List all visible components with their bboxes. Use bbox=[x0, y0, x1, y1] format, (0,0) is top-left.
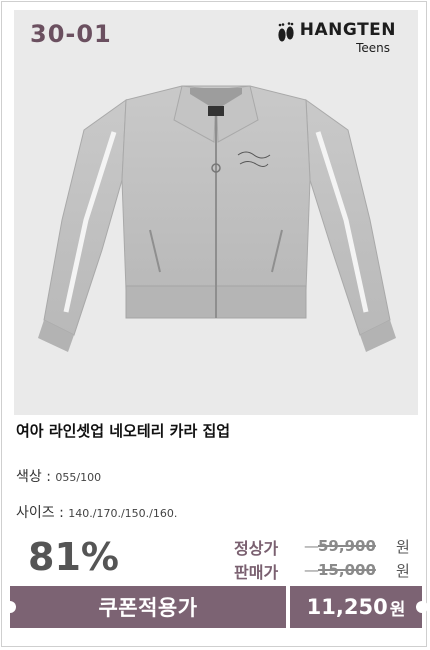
color-info: 색상 : 055/100 bbox=[16, 466, 101, 486]
coupon-price-band[interactable]: 쿠폰적용가 11,250 원 bbox=[4, 586, 428, 628]
sale-price-currency: 원 bbox=[396, 562, 410, 580]
price-block: 정상가 59,900 원 판매가 15,000 원 bbox=[212, 535, 412, 583]
color-label: 색상 : bbox=[16, 469, 56, 485]
size-label: 사이즈 : bbox=[16, 505, 69, 521]
product-card[interactable]: 30-01 HANGTEN Teens 여아 라인셋업 네오테리 카라 집업 색… bbox=[1, 1, 428, 647]
regular-price-row: 정상가 59,900 원 bbox=[212, 535, 412, 559]
discount-rate: 81% bbox=[28, 535, 119, 579]
sale-price-row: 판매가 15,000 원 bbox=[212, 559, 412, 583]
jacket-illustration bbox=[38, 85, 396, 352]
coupon-label-tab[interactable]: 쿠폰적용가 bbox=[4, 586, 286, 628]
sale-price: 15,000 bbox=[304, 561, 376, 579]
coupon-label: 쿠폰적용가 bbox=[98, 596, 198, 620]
ticket-notch bbox=[4, 601, 16, 613]
regular-price-currency: 원 bbox=[396, 538, 410, 556]
brand-name: HANGTEN bbox=[299, 20, 396, 40]
regular-price-label: 정상가 bbox=[234, 539, 279, 558]
regular-price: 59,900 bbox=[304, 537, 376, 555]
color-value: 055/100 bbox=[55, 471, 102, 484]
product-image[interactable]: 30-01 HANGTEN Teens bbox=[14, 10, 418, 415]
ticket-notch bbox=[416, 601, 428, 613]
product-code: 30-01 bbox=[30, 20, 112, 48]
sale-price-label: 판매가 bbox=[234, 563, 279, 582]
size-value: 140./170./150./160. bbox=[68, 507, 178, 520]
coupon-price: 11,250 bbox=[306, 595, 388, 619]
coupon-price-tab[interactable]: 11,250 원 bbox=[290, 586, 428, 628]
footprint-icon bbox=[278, 22, 294, 42]
product-title[interactable]: 여아 라인셋업 네오테리 카라 집업 bbox=[16, 420, 230, 441]
coupon-currency: 원 bbox=[389, 599, 406, 620]
size-info: 사이즈 : 140./170./150./160. bbox=[16, 502, 177, 522]
